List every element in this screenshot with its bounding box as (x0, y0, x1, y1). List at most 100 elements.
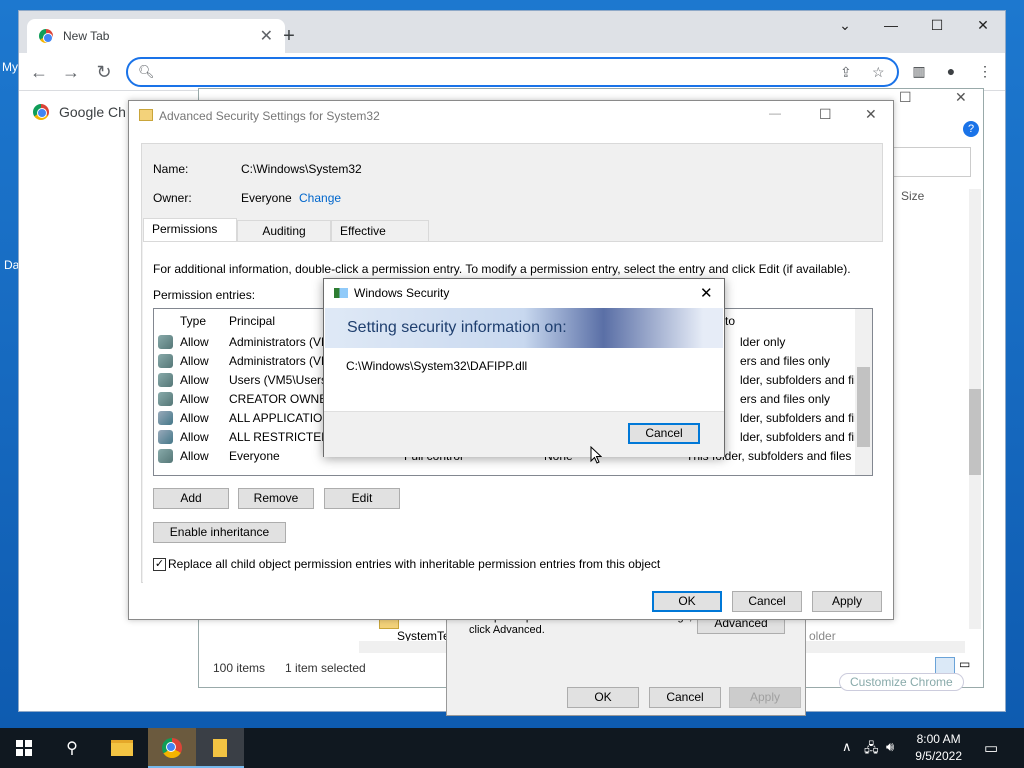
help-icon[interactable]: ? (963, 121, 979, 137)
forward-icon[interactable]: → (61, 62, 81, 83)
tab-effective-access[interactable]: Effective Access (331, 220, 429, 258)
row-type: Allow (180, 392, 209, 406)
remove-button[interactable]: Remove (238, 488, 314, 509)
close-button[interactable]: ✕ (700, 284, 713, 302)
replace-child-permissions-checkbox[interactable]: ✓ (153, 558, 166, 571)
tab-title: New Tab (63, 29, 110, 43)
scrollbar[interactable] (969, 189, 981, 629)
file-explorer-taskbar-icon[interactable] (98, 728, 146, 768)
close-icon[interactable]: ✕ (260, 26, 273, 46)
status-item-count: 100 items (213, 661, 266, 675)
maximize-button[interactable]: ☐ (819, 106, 832, 123)
row-applies-to: lder, subfolders and files (740, 430, 870, 444)
row-applies-to: ers and files only (740, 392, 831, 406)
name-label: Name: (153, 162, 189, 176)
tab-permissions[interactable]: Permissions (143, 218, 237, 242)
start-button[interactable] (0, 728, 48, 768)
search-icon[interactable]: ⚲ (48, 728, 96, 768)
vertical-scrollbar[interactable] (855, 309, 872, 475)
chrome-icon (39, 29, 53, 43)
column-header-applies-to[interactable]: to (725, 314, 735, 328)
ok-button[interactable]: OK (567, 687, 639, 708)
user-group-icon (158, 335, 173, 349)
close-button[interactable]: ✕ (865, 106, 877, 123)
search-icon: 🔍︎ (138, 64, 155, 79)
app-package-icon (158, 411, 173, 425)
column-header-type[interactable]: Type (180, 314, 206, 328)
cancel-button[interactable]: Cancel (649, 687, 721, 708)
user-group-icon (158, 373, 173, 387)
new-tab-button[interactable]: + (277, 25, 301, 48)
folder-icon (111, 740, 133, 756)
address-bar[interactable]: 🔍︎ ⇪ ☆ (126, 57, 899, 87)
notification-icon[interactable]: ▭ (984, 739, 998, 757)
shortcut-label: Google Ch (59, 104, 126, 120)
close-button[interactable]: ✕ (971, 17, 995, 34)
status-selected: 1 item selected (285, 661, 366, 675)
shortcut-google-chrome[interactable]: Google Ch (33, 104, 126, 120)
scrollbar-thumb[interactable] (857, 367, 870, 447)
cancel-button[interactable]: Cancel (732, 591, 802, 612)
folder-icon (213, 739, 227, 757)
row-type: Allow (180, 411, 209, 425)
network-icon[interactable]: 🖧︎ (864, 739, 879, 761)
maximize-button[interactable]: ☐ (925, 17, 949, 34)
clock[interactable]: 8:00 AM 9/5/2022 (915, 731, 962, 765)
title-bar: Advanced Security Settings for System32 … (129, 101, 893, 131)
row-applies-to: lder only (740, 335, 786, 349)
apply-button[interactable]: Apply (812, 591, 882, 612)
ok-button[interactable]: OK (652, 591, 722, 612)
windows-security-dialog: Windows Security ✕ Setting security info… (323, 278, 725, 457)
chrome-taskbar-icon[interactable] (148, 728, 196, 768)
maximize-button[interactable]: ☐ (899, 89, 912, 106)
header-banner: Setting security information on: (325, 308, 723, 348)
edit-button[interactable]: Edit (324, 488, 400, 509)
menu-icon[interactable]: ⋮ (975, 63, 995, 80)
row-type: Allow (180, 354, 209, 368)
back-icon[interactable]: ← (29, 62, 49, 83)
share-icon[interactable]: ⇪ (840, 64, 852, 81)
cancel-button[interactable]: Cancel (628, 423, 700, 444)
volume-icon[interactable]: 🔊︎ (886, 739, 894, 755)
info-text: For additional information, double-click… (153, 262, 851, 276)
row-applies-to: lder, subfolders and files (740, 411, 870, 425)
search-input[interactable] (889, 147, 971, 177)
side-panel-icon[interactable]: ▥ (909, 63, 929, 80)
list-item: older (809, 629, 836, 643)
row-principal: ALL APPLICATION (229, 411, 332, 425)
close-button[interactable]: ✕ (955, 89, 967, 106)
row-type: Allow (180, 449, 209, 463)
row-principal: Administrators (VM (229, 354, 332, 368)
banner-text: Setting security information on: (347, 319, 567, 336)
tab-new-tab[interactable]: New Tab ✕ (27, 19, 285, 53)
tab-search-icon[interactable]: ⌄ (833, 17, 857, 34)
windows-logo-icon (16, 740, 32, 756)
change-owner-link[interactable]: Change (299, 191, 341, 205)
minimize-button[interactable]: — (879, 17, 903, 33)
minimize-button[interactable]: — (769, 106, 781, 120)
column-header-principal[interactable]: Principal (229, 314, 275, 328)
explorer-window-taskbar-icon[interactable] (196, 728, 244, 768)
tab-auditing[interactable]: Auditing (237, 220, 331, 242)
desktop-icon-label[interactable]: My (2, 60, 18, 74)
permission-entries-label: Permission entries: (153, 288, 256, 302)
taskbar: ⚲ ∧ 🖧︎ 🔊︎ 8:00 AM 9/5/2022 ▭ (0, 728, 1024, 768)
row-principal: CREATOR OWNER (229, 392, 336, 406)
chrome-icon (162, 738, 182, 758)
scrollbar-thumb[interactable] (969, 389, 981, 475)
profile-icon[interactable]: ● (941, 63, 961, 79)
row-type: Allow (180, 430, 209, 444)
customize-chrome-button[interactable]: Customize Chrome (839, 673, 964, 691)
file-path: C:\Windows\System32\DAFIPP.dll (346, 359, 528, 373)
properties-dialog: For special permissions or advanced sett… (446, 604, 806, 716)
chevron-up-icon[interactable]: ∧ (842, 739, 852, 755)
tiles-view-icon[interactable]: ▭ (959, 657, 977, 675)
name-value: C:\Windows\System32 (241, 162, 362, 176)
app-package-icon (158, 430, 173, 444)
window-title: Advanced Security Settings for System32 (159, 109, 380, 123)
reload-icon[interactable]: ↻ (94, 62, 114, 83)
add-button[interactable]: Add (153, 488, 229, 509)
column-header-size[interactable]: Size (901, 189, 924, 203)
star-icon[interactable]: ☆ (872, 64, 885, 81)
enable-inheritance-button[interactable]: Enable inheritance (153, 522, 286, 543)
